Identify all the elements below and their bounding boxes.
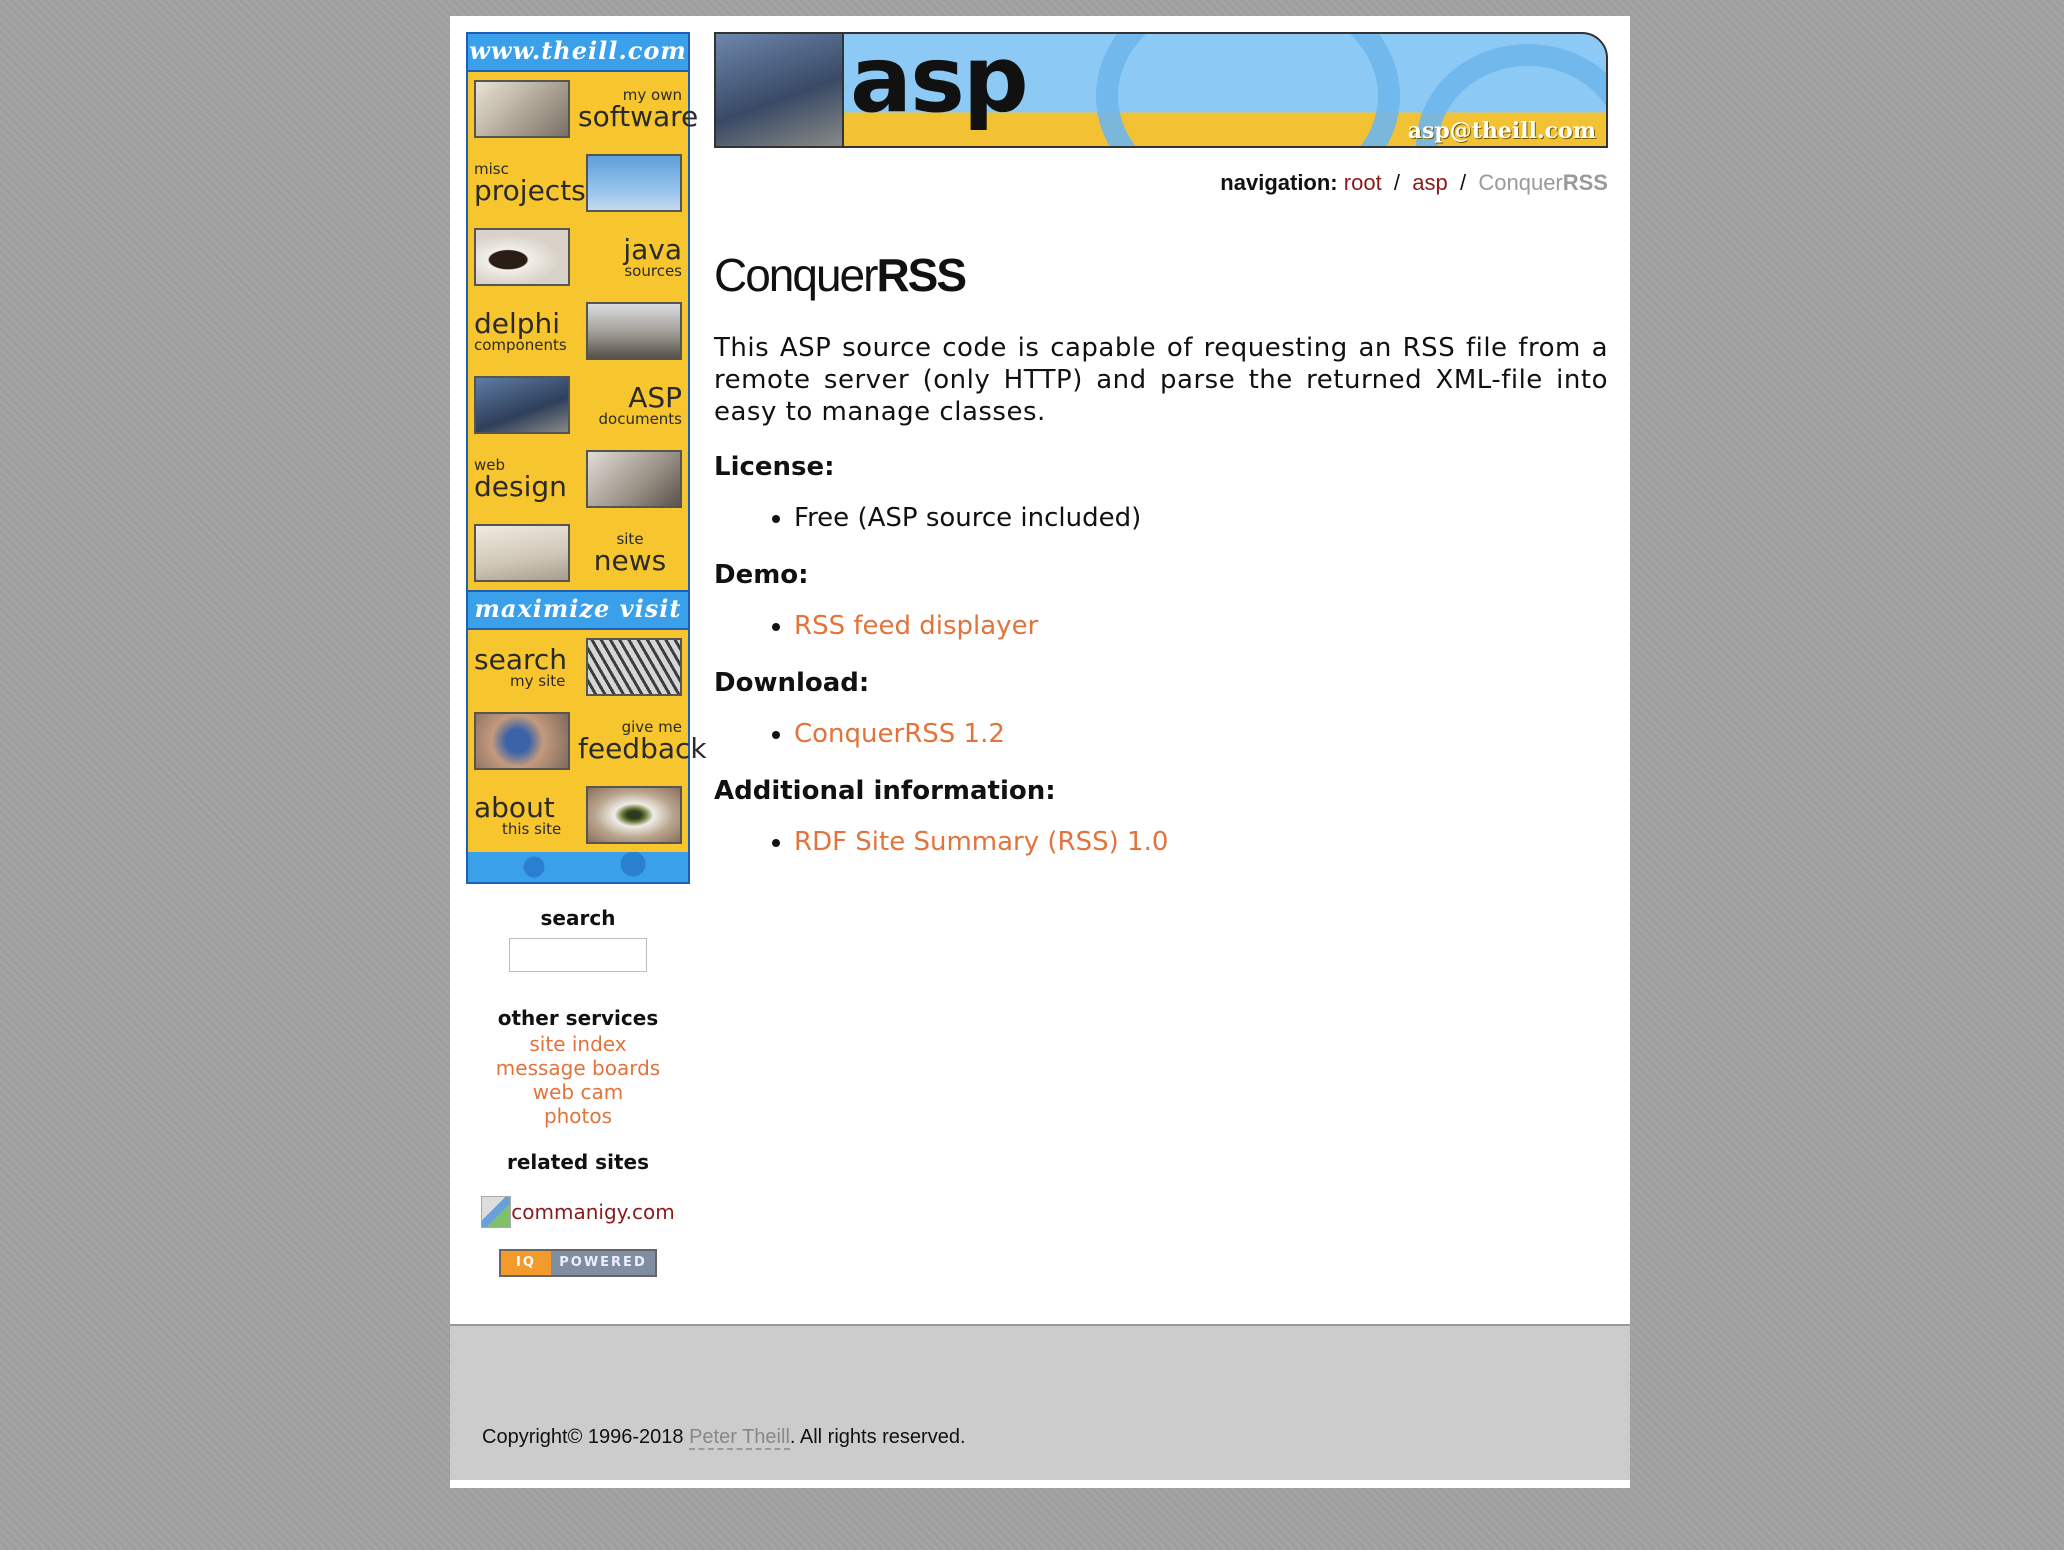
- banner-email[interactable]: asp@theill.com: [1408, 118, 1596, 144]
- related-sites-title: related sites: [507, 1150, 649, 1174]
- broken-image-icon: [481, 1196, 512, 1228]
- banner-swirl: [1096, 34, 1400, 146]
- newspaper-photo-icon: [474, 524, 570, 582]
- nav-item-search[interactable]: search my site: [468, 630, 688, 704]
- nav-item-news[interactable]: site news: [468, 516, 688, 590]
- nav-label-big: search: [474, 642, 568, 676]
- nav-label-big: news: [593, 543, 667, 577]
- fountain-pen-photo-icon: [474, 376, 570, 434]
- face-photo-icon: [586, 450, 682, 508]
- page-title-light: Conquer: [714, 249, 878, 301]
- related-sites: related sites commanigy.com IQ POWERED: [466, 1150, 690, 1277]
- nav-label-small: sources: [624, 261, 682, 280]
- additional-info-list: RDF Site Summary (RSS) 1.0: [714, 822, 1608, 862]
- nav-label-big: about: [474, 790, 555, 824]
- nav-label-small: documents: [598, 409, 683, 428]
- nav-strip: www.theill.com my own software misc proj…: [466, 32, 707, 884]
- breadcrumb-label: navigation:: [1220, 170, 1338, 195]
- nav-item-projects[interactable]: misc projects: [468, 146, 688, 220]
- service-link-web-cam[interactable]: web cam: [466, 1080, 690, 1104]
- download-heading: Download:: [714, 668, 870, 698]
- breadcrumb-current-light: Conquer: [1478, 170, 1563, 195]
- windmill-photo-icon: [586, 154, 682, 212]
- breadcrumb-separator: /: [1387, 170, 1407, 195]
- nav-label-small: my site: [510, 671, 566, 690]
- sidebar: www.theill.com my own software misc proj…: [466, 32, 707, 1356]
- intro-paragraph: This ASP source code is capable of reque…: [714, 333, 1608, 427]
- fountain-pen-banner-icon: [716, 34, 844, 146]
- download-item: ConquerRSS 1.2: [794, 714, 1608, 754]
- author-link[interactable]: Peter Theill: [689, 1426, 790, 1450]
- service-link-site-index[interactable]: site index: [466, 1032, 690, 1056]
- nav-label-small: this site: [502, 819, 562, 838]
- license-list: Free (ASP source included): [714, 498, 1608, 538]
- nav-label-big: software: [578, 99, 699, 133]
- nav-strip-footer: [468, 852, 688, 882]
- other-services-title: other services: [497, 1006, 659, 1030]
- footer-strip: [450, 1480, 1630, 1488]
- demo-heading: Demo:: [714, 560, 809, 590]
- other-services: other services site index message boards…: [466, 1006, 690, 1128]
- software-photo-icon: [474, 80, 570, 138]
- main-content: ConquerRSS This ASP source code is capab…: [714, 228, 1608, 884]
- demo-list: RSS feed displayer: [714, 606, 1608, 646]
- footer: Copyright© 1996-2018 Peter Theill. All r…: [450, 1324, 1630, 1488]
- additional-info-link[interactable]: RDF Site Summary (RSS) 1.0: [794, 827, 1168, 857]
- page-container: www.theill.com my own software misc proj…: [450, 16, 1630, 1488]
- nav-label-big: java: [623, 232, 682, 266]
- copyright-text: Copyright© 1996-2018 Peter Theill. All r…: [482, 1426, 966, 1450]
- maximize-visit-header: maximize visit: [468, 590, 688, 630]
- nav-label-big: projects: [474, 173, 586, 207]
- license-heading: License:: [714, 452, 835, 482]
- ruins-photo-icon: [586, 302, 682, 360]
- license-item: Free (ASP source included): [794, 498, 1608, 538]
- breadcrumb-current: ConquerRSS: [1478, 170, 1608, 195]
- search-title: search: [540, 906, 616, 930]
- demo-link[interactable]: RSS feed displayer: [794, 611, 1038, 641]
- breadcrumb-current-bold: RSS: [1562, 170, 1608, 195]
- iq-powered-badge[interactable]: IQ POWERED: [499, 1249, 657, 1277]
- download-link[interactable]: ConquerRSS 1.2: [794, 719, 1005, 749]
- demo-item: RSS feed displayer: [794, 606, 1608, 646]
- nav-item-delphi[interactable]: delphi components: [468, 294, 688, 368]
- nav-label-big: feedback: [578, 731, 707, 765]
- additional-info-item: RDF Site Summary (RSS) 1.0: [794, 822, 1608, 862]
- nav-item-webdesign[interactable]: web design: [468, 442, 688, 516]
- nav-label-small: components: [474, 335, 567, 354]
- nav-label-big: ASP: [628, 380, 682, 414]
- iq-badge-left: IQ: [501, 1251, 551, 1275]
- commanigy-link[interactable]: commanigy.com: [481, 1196, 675, 1228]
- copyright-suffix: . All rights reserved.: [789, 1426, 966, 1448]
- service-link-message-boards[interactable]: message boards: [466, 1056, 690, 1080]
- sidebar-search: search: [466, 906, 690, 972]
- breadcrumb: navigation: root / asp / ConquerRSS: [1220, 170, 1608, 196]
- commanigy-alt-text: commanigy.com: [511, 1200, 675, 1224]
- page-title-bold: RSS: [876, 249, 967, 301]
- section-banner: asp asp@theill.com: [714, 32, 1608, 148]
- copyright-prefix: Copyright© 1996-2018: [482, 1426, 690, 1448]
- nav-item-software[interactable]: my own software: [468, 72, 699, 146]
- nav-item-asp[interactable]: ASP documents: [468, 368, 688, 442]
- service-link-photos[interactable]: photos: [466, 1104, 690, 1128]
- iq-badge-right: POWERED: [551, 1251, 655, 1275]
- site-logo-header[interactable]: www.theill.com: [468, 34, 688, 72]
- nav-item-feedback[interactable]: give me feedback: [468, 704, 707, 778]
- additional-info-heading: Additional information:: [714, 776, 1056, 806]
- banner-title: asp: [850, 32, 1029, 133]
- page-title: ConquerRSS: [714, 248, 1608, 302]
- eye-photo-icon: [586, 786, 682, 844]
- breadcrumb-separator: /: [1453, 170, 1473, 195]
- download-list: ConquerRSS 1.2: [714, 714, 1608, 754]
- search-input[interactable]: [509, 938, 647, 972]
- nav-label-big: delphi: [474, 306, 561, 340]
- nav-item-about[interactable]: about this site: [468, 778, 688, 852]
- nav-item-java[interactable]: java sources: [468, 220, 688, 294]
- breadcrumb-asp[interactable]: asp: [1412, 170, 1447, 195]
- phone-photo-icon: [474, 712, 570, 770]
- coffee-cup-photo-icon: [474, 228, 570, 286]
- bridge-photo-icon: [586, 638, 682, 696]
- nav-label-big: design: [474, 469, 567, 503]
- breadcrumb-root[interactable]: root: [1344, 170, 1382, 195]
